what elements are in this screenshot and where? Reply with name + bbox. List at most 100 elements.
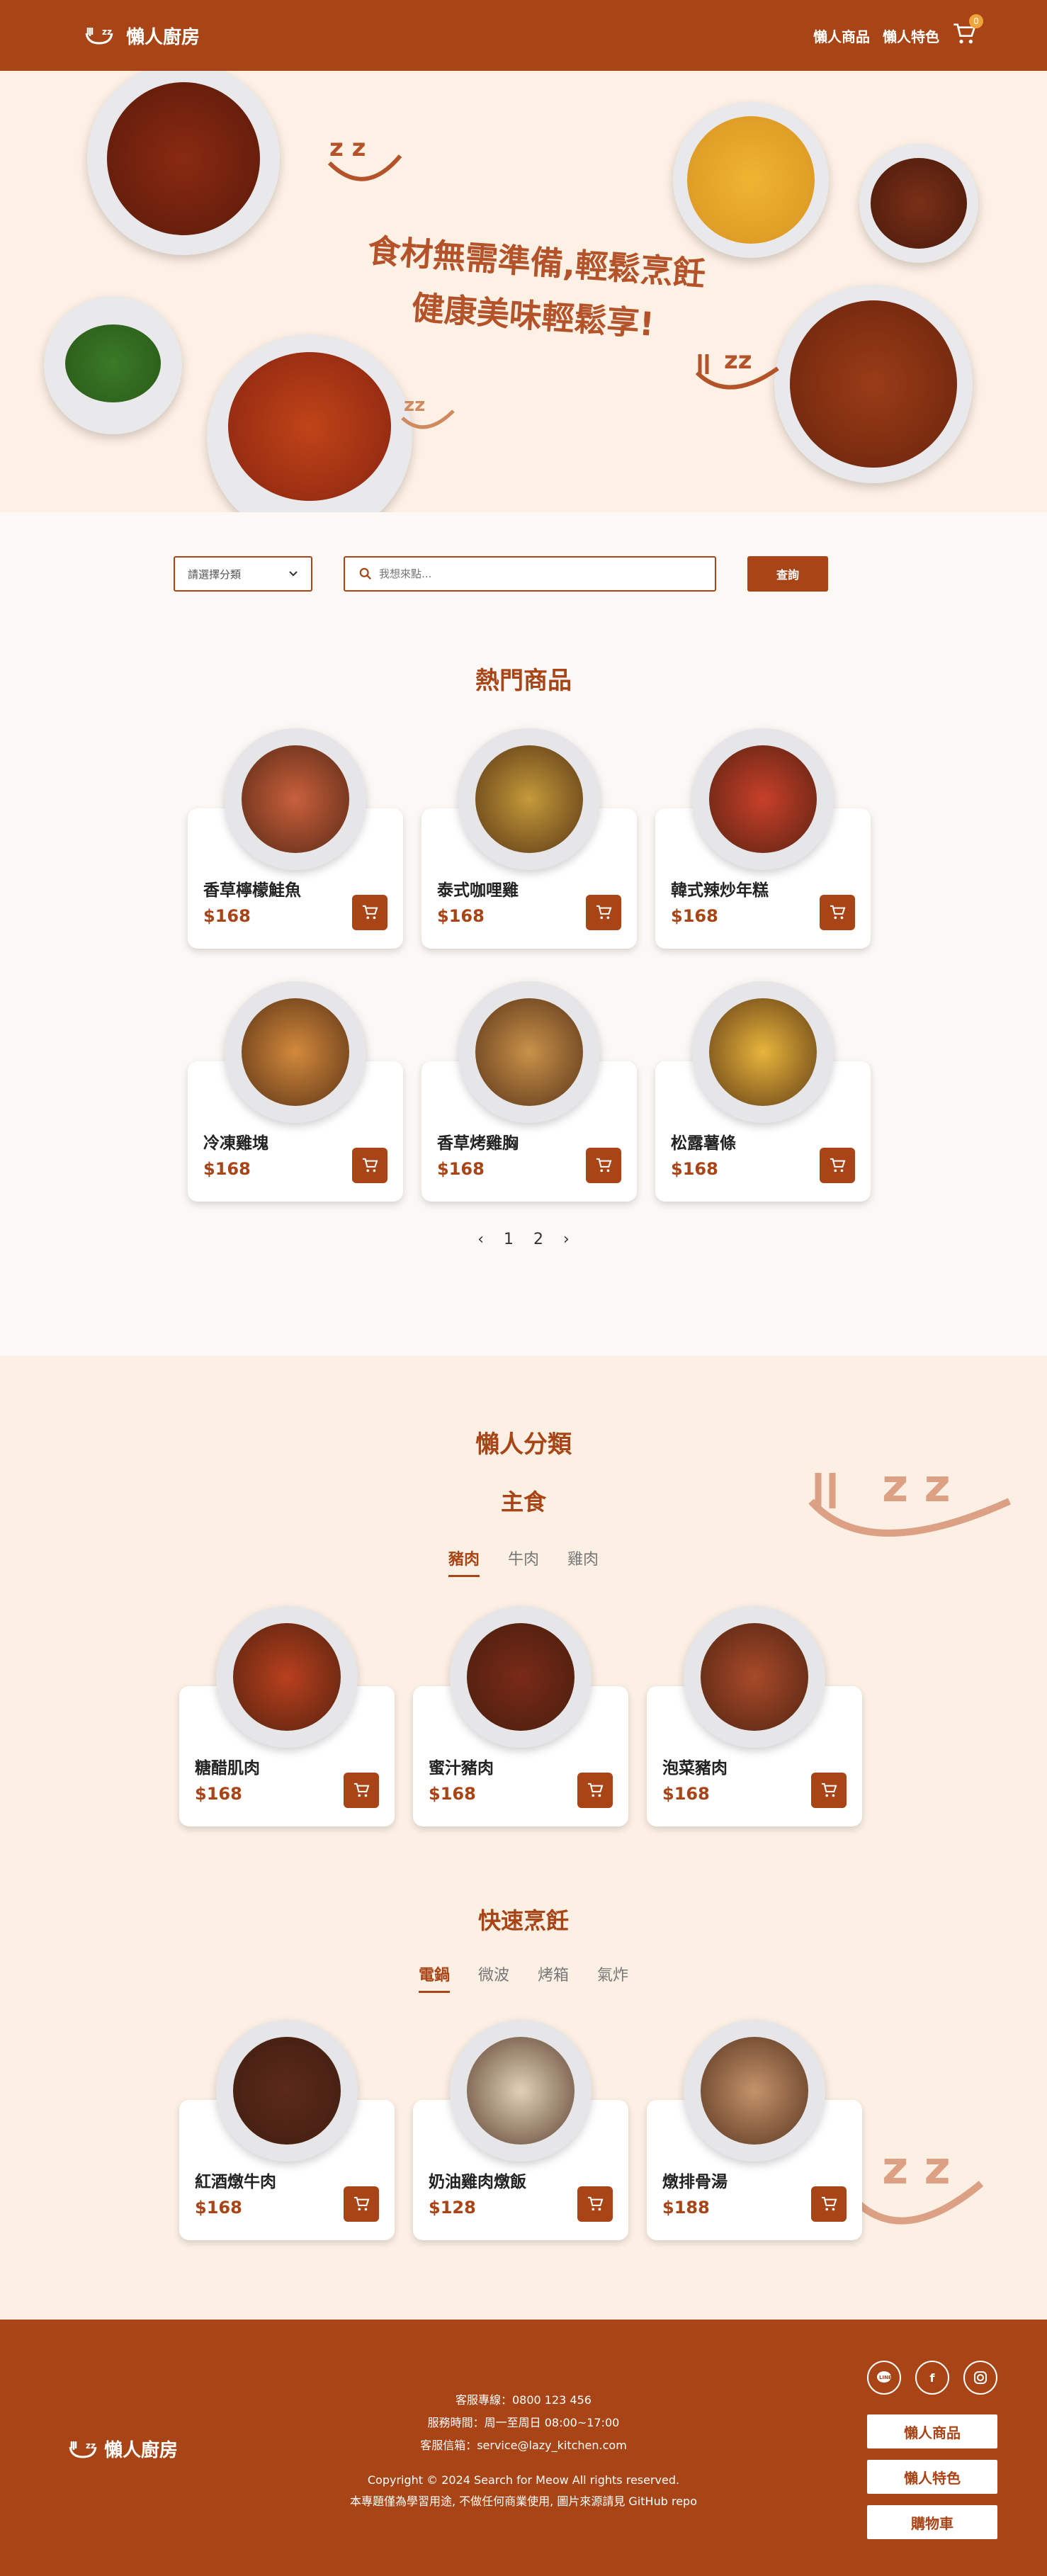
cart-icon — [830, 1158, 846, 1173]
add-to-cart-button[interactable] — [586, 1148, 621, 1183]
product-name: 奶油雞肉燉飯 — [429, 2173, 526, 2191]
query-button[interactable]: 查詢 — [747, 556, 828, 592]
hero-plate-pork — [87, 71, 280, 255]
cart-icon — [596, 905, 612, 920]
product-card[interactable]: 松露薯條 $168 — [655, 981, 871, 1202]
footer-products-button[interactable]: 懶人商品 — [867, 2414, 997, 2448]
product-price: $168 — [437, 906, 485, 926]
logo-icon: zz — [85, 27, 113, 45]
zzz-decoration-icon: zz — [401, 395, 455, 429]
product-card[interactable]: 紅酒燉牛肉 $168 — [179, 2020, 395, 2240]
add-to-cart-button[interactable] — [344, 2186, 379, 2222]
add-to-cart-button[interactable] — [811, 2186, 847, 2222]
product-name: 冷凍雞塊 — [203, 1134, 268, 1153]
product-image — [225, 981, 366, 1123]
product-card[interactable]: 泡菜豬肉 $168 — [647, 1606, 862, 1826]
add-to-cart-button[interactable] — [811, 1773, 847, 1808]
product-price: $168 — [662, 1784, 710, 1804]
page-2[interactable]: 2 — [533, 1231, 543, 1248]
product-card[interactable]: 冷凍雞塊 $168 — [188, 981, 403, 1202]
product-image — [458, 728, 600, 870]
hero-plate-beans — [44, 296, 182, 434]
product-card[interactable]: 韓式辣炒年糕 $168 — [655, 728, 871, 949]
product-price: $168 — [203, 906, 251, 926]
product-card[interactable]: 燉排骨湯 $188 — [647, 2020, 862, 2240]
product-card[interactable]: 奶油雞肉燉飯 $128 — [413, 2020, 628, 2240]
product-price: $168 — [671, 906, 718, 926]
category-tab[interactable]: 電鍋 — [418, 1962, 450, 1993]
nav-products[interactable]: 懶人商品 — [813, 26, 870, 46]
next-page-icon[interactable]: › — [563, 1231, 570, 1248]
site-footer: zz 懶人廚房 客服專線：0800 123 456 服務時間：周一至周日 08:… — [0, 2320, 1047, 2576]
quick-cook-title: 快速烹飪 — [477, 1907, 569, 1934]
category-title: 懶人分類 — [475, 1430, 572, 1459]
product-name: 泡菜豬肉 — [662, 1759, 728, 1778]
instagram-icon[interactable] — [963, 2361, 997, 2395]
category-tab[interactable]: 豬肉 — [448, 1547, 480, 1577]
add-to-cart-button[interactable] — [820, 895, 855, 930]
footer-features-button[interactable]: 懶人特色 — [867, 2460, 997, 2494]
social-links: LINE f — [867, 2361, 1012, 2395]
site-logo[interactable]: zz 懶人廚房 — [84, 23, 200, 49]
product-price: $168 — [437, 1159, 485, 1179]
svg-text:z z: z z — [882, 2142, 951, 2195]
product-price: $168 — [195, 1784, 242, 1804]
product-name: 香草檸檬鮭魚 — [203, 881, 301, 900]
main-nav: 懶人商品 懶人特色 0 — [800, 14, 983, 48]
product-card[interactable]: 香草檸檬鮭魚 $168 — [188, 728, 403, 949]
category-tab[interactable]: 雞肉 — [567, 1547, 599, 1577]
product-price: $188 — [662, 2198, 710, 2218]
hero-plate-wings — [774, 285, 973, 483]
category-select[interactable]: 請選擇分類 — [174, 556, 312, 592]
product-name: 韓式辣炒年糕 — [671, 881, 769, 900]
add-to-cart-button[interactable] — [352, 895, 387, 930]
cart-icon — [353, 2196, 370, 2211]
product-image — [692, 981, 834, 1123]
cart-icon — [362, 1158, 378, 1173]
search-field[interactable] — [344, 556, 716, 592]
product-name: 香草烤雞胸 — [437, 1134, 519, 1153]
product-image — [216, 2020, 358, 2162]
category-tab[interactable]: 烤箱 — [538, 1962, 569, 1993]
product-card[interactable]: 香草烤雞胸 $168 — [421, 981, 637, 1202]
add-to-cart-button[interactable] — [352, 1148, 387, 1183]
page-1[interactable]: 1 — [504, 1231, 514, 1248]
search-input[interactable] — [379, 567, 677, 580]
facebook-icon[interactable]: f — [915, 2361, 949, 2395]
site-header: zz 懶人廚房 懶人商品 懶人特色 0 — [0, 0, 1047, 71]
add-to-cart-button[interactable] — [820, 1148, 855, 1183]
add-to-cart-button[interactable] — [577, 1773, 613, 1808]
nav-features[interactable]: 懶人特色 — [883, 26, 939, 46]
product-image — [684, 1606, 825, 1748]
cart-button[interactable]: 0 — [952, 14, 983, 48]
category-tab[interactable]: 微波 — [478, 1962, 509, 1993]
product-price: $168 — [671, 1159, 718, 1179]
product-card[interactable]: 蜜汁豬肉 $168 — [413, 1606, 628, 1826]
cart-icon — [821, 2196, 837, 2211]
cart-icon — [821, 1783, 837, 1797]
hero-headline: 食材無需準備,輕鬆烹飪 健康美味輕鬆享! — [347, 222, 722, 356]
product-price: $168 — [195, 2198, 242, 2218]
zzz-decoration-icon: z z — [327, 134, 402, 181]
line-icon[interactable]: LINE — [867, 2361, 901, 2395]
category-tab[interactable]: 氣炸 — [597, 1962, 628, 1993]
product-name: 燉排骨湯 — [662, 2173, 728, 2191]
product-card[interactable]: 糖醋肌肉 $168 — [179, 1606, 395, 1826]
add-to-cart-button[interactable] — [586, 895, 621, 930]
product-card[interactable]: 泰式咖哩雞 $168 — [421, 728, 637, 949]
category-tab[interactable]: 牛肉 — [508, 1547, 539, 1577]
cart-icon — [587, 2196, 604, 2211]
cart-count-badge: 0 — [969, 14, 983, 28]
add-to-cart-button[interactable] — [344, 1773, 379, 1808]
cart-icon — [596, 1158, 612, 1173]
prev-page-icon[interactable]: ‹ — [477, 1231, 484, 1248]
hero-plate-sweet-sour — [207, 334, 412, 512]
svg-text:z z: z z — [329, 134, 366, 162]
pagination: ‹ 1 2 › — [0, 1231, 1047, 1248]
add-to-cart-button[interactable] — [577, 2186, 613, 2222]
search-icon — [359, 567, 371, 580]
footer-cart-button[interactable]: 購物車 — [867, 2505, 997, 2539]
product-image — [450, 2020, 592, 2162]
popular-title: 熱門商品 — [475, 667, 572, 695]
main-dish-title: 主食 — [500, 1488, 546, 1515]
